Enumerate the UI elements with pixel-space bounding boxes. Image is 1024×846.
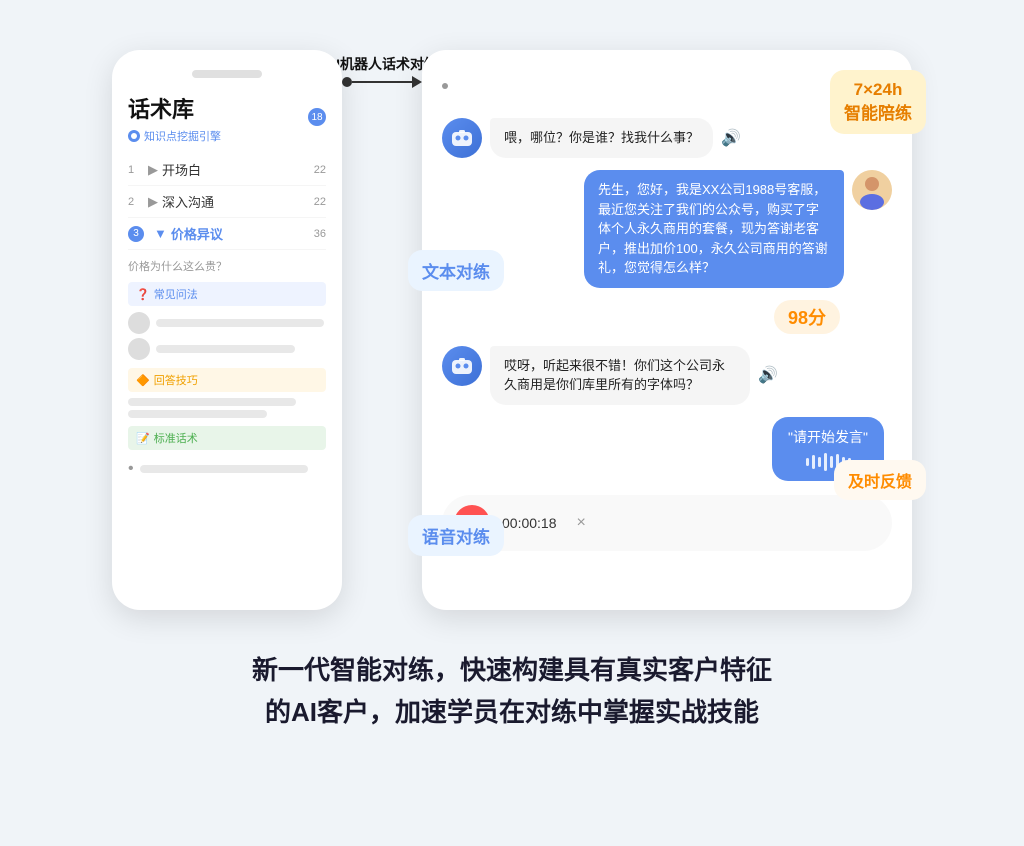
tips-line-2: [128, 410, 267, 418]
menu-label-1: 开场白: [162, 160, 314, 179]
faq-avatar-1: [128, 312, 150, 334]
standard-line: [140, 465, 308, 473]
bottom-text-line2: 的AI客户，加速学员在对练中掌握实战技能: [252, 692, 772, 734]
menu-num-1: 1: [128, 164, 142, 176]
bar1: [806, 458, 809, 466]
voice-toolbar: 00:00:18 ×: [442, 495, 892, 551]
phone-subtitle: 知识点挖掘引擎: [128, 128, 326, 144]
chat-bubble-3: 哎呀，听起来很不错！你们这个公司永久商用是你们库里所有的字体吗？: [490, 346, 750, 405]
voice-drill-text: 语音对练: [422, 528, 490, 547]
chat-row-1: 喂，哪位？你是谁？找我什么事？ 🔊: [442, 118, 892, 158]
chat-bubble-2: 先生，您好，我是XX公司1988号客服，最近您关注了我们的公众号，购买了字体个人…: [584, 170, 844, 288]
float-247-line1: 7×24h: [844, 78, 912, 102]
score-badge: 98分: [774, 300, 840, 334]
feedback-label: 及时反馈: [834, 460, 926, 500]
connector-wrapper: AI机器人话术对练: [342, 30, 422, 88]
chat-bubble-1: 喂，哪位？你是谁？找我什么事？: [490, 118, 713, 158]
phone-mockup: 话术库 知识点挖掘引擎 18 1 ▶ 开场白 22 2 ▶ 深入沟通 22: [112, 50, 342, 610]
human-avatar-1: [852, 170, 892, 210]
menu-count-2: 22: [314, 196, 326, 208]
faq-line-1: [156, 319, 324, 327]
menu-item-2[interactable]: 2 ▶ 深入沟通 22: [128, 186, 326, 218]
feedback-text: 及时反馈: [848, 474, 912, 491]
ui-section: 话术库 知识点挖掘引擎 18 1 ▶ 开场白 22 2 ▶ 深入沟通 22: [60, 30, 964, 610]
bottom-text-line1: 新一代智能对练，快速构建具有真实客户特征: [252, 650, 772, 692]
robot-avatar-1: [442, 118, 482, 158]
section-standard-header: 📝 标准话术: [128, 426, 326, 450]
phone-notch: [192, 70, 262, 78]
menu-count-3: 36: [314, 228, 326, 240]
bar2: [812, 455, 815, 469]
chat-messages: 喂，哪位？你是谁？找我什么事？ 🔊 先生，您好，我是XX公司1988号客服，最近…: [442, 118, 892, 481]
phone-badge: 18: [308, 108, 326, 126]
voice-close[interactable]: ×: [577, 514, 586, 532]
voice-bubble-row: "请开始发言": [442, 417, 892, 481]
chat-header: 🤖: [442, 70, 892, 102]
phone-title: 话术库: [128, 92, 326, 124]
voice-timer: 00:00:18: [502, 515, 557, 531]
text-drill-label: 文本对练: [408, 250, 504, 291]
faq-row-1: [128, 312, 326, 334]
tips-line-1: [128, 398, 296, 406]
tips-label: 回答技巧: [154, 372, 198, 388]
phone-question: 价格为什么这么贵？: [128, 258, 326, 274]
section-faq-header: ❓ 常见问法: [128, 282, 326, 306]
menu-label-3: 价格异议: [171, 224, 314, 243]
menu-arrow-2: ▶: [148, 194, 158, 210]
connector-line: AI机器人话术对练: [342, 76, 422, 88]
faq-avatar-2: [128, 338, 150, 360]
bar3: [818, 457, 821, 467]
bar4: [824, 453, 827, 471]
robot-avatar-2: [442, 346, 482, 386]
chat-row-2: 先生，您好，我是XX公司1988号客服，最近您关注了我们的公众号，购买了字体个人…: [442, 170, 892, 288]
menu-arrow-1: ▶: [148, 162, 158, 178]
menu-item-3[interactable]: 3 ▼ 价格异议 36: [128, 218, 326, 250]
menu-arrow-3: ▼: [154, 226, 167, 241]
score-row: 98分: [442, 300, 892, 334]
faq-icon: ❓: [136, 288, 150, 301]
float-247-line2: 智能陪练: [844, 102, 912, 126]
bar5: [830, 456, 833, 468]
menu-num-2: 2: [128, 196, 142, 208]
standard-label: 标准话术: [154, 430, 198, 446]
section-tips-header: 🔶 回答技巧: [128, 368, 326, 392]
text-drill-text: 文本对练: [422, 263, 490, 282]
phone-subtitle-text: 知识点挖掘引擎: [144, 128, 221, 144]
faq-label: 常见问法: [154, 286, 198, 302]
page-wrapper: 话术库 知识点挖掘引擎 18 1 ▶ 开场白 22 2 ▶ 深入沟通 22: [0, 0, 1024, 846]
menu-count-1: 22: [314, 164, 326, 176]
bullet-icon: •: [128, 460, 134, 478]
sound-icon-1: 🔊: [721, 128, 741, 148]
sound-icon-3: 🔊: [758, 365, 778, 385]
menu-num-3: 3: [128, 226, 144, 242]
standard-row: •: [128, 456, 326, 482]
knowledge-icon: [128, 130, 140, 142]
voice-bubble-text: "请开始发言": [788, 427, 868, 447]
connector-bar: [352, 81, 412, 83]
float-247-badge: 7×24h 智能陪练: [830, 70, 926, 134]
standard-icon: 📝: [136, 432, 150, 445]
bottom-text: 新一代智能对练，快速构建具有真实客户特征 的AI客户，加速学员在对练中掌握实战技…: [252, 650, 772, 733]
chat-title: [442, 83, 448, 89]
faq-line-2: [156, 345, 295, 353]
faq-row-2: [128, 338, 326, 360]
menu-label-2: 深入沟通: [162, 192, 314, 211]
chat-row-3: 哎呀，听起来很不错！你们这个公司永久商用是你们库里所有的字体吗？ 🔊: [442, 346, 892, 405]
tips-icon: 🔶: [136, 374, 150, 387]
menu-item-1[interactable]: 1 ▶ 开场白 22: [128, 154, 326, 186]
connector-dot: [342, 77, 352, 87]
connector-arrowhead: [412, 76, 422, 88]
voice-drill-label: 语音对练: [408, 515, 504, 556]
chat-mockup: 7×24h 智能陪练 🤖: [422, 50, 912, 610]
